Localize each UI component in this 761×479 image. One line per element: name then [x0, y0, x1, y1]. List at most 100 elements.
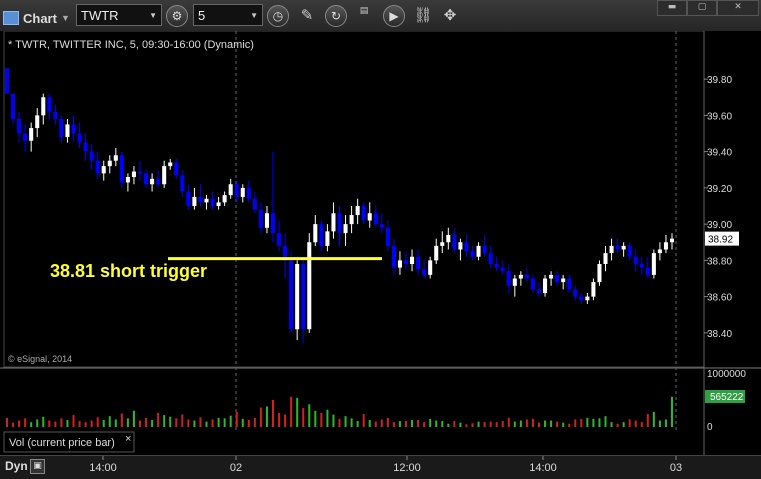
volume-legend-label: Vol (current price bar): [9, 437, 115, 449]
candle-body: [337, 213, 342, 234]
candle-body: [555, 274, 560, 283]
refresh-icon[interactable]: ↻: [325, 5, 347, 27]
app-title: Chart ▼: [3, 7, 70, 29]
volume-bar: [30, 422, 33, 427]
candle-body: [119, 155, 124, 183]
volume-bar: [272, 400, 274, 427]
volume-bar: [54, 421, 57, 427]
volume-bar: [477, 421, 480, 427]
candle-body: [385, 227, 390, 246]
volume-bar: [441, 421, 444, 427]
candle-body: [621, 245, 626, 250]
candle-body: [663, 242, 668, 250]
volume-bar: [163, 415, 166, 427]
candle-body: [349, 215, 354, 225]
settings-gear-icon[interactable]: ⚙: [166, 5, 188, 27]
chart-window-icon: [3, 11, 19, 25]
candle-body: [579, 296, 584, 301]
interval-input[interactable]: 5 ▼: [193, 4, 263, 26]
volume-bar: [646, 414, 649, 427]
symbol-info-icon[interactable]: ▤: [353, 6, 375, 28]
candle-body: [17, 119, 22, 134]
candle-body: [391, 245, 396, 268]
candle-body: [603, 253, 608, 264]
candle-body: [107, 160, 112, 167]
title-menu-chevron-icon[interactable]: ▼: [61, 13, 70, 23]
volume-bar: [592, 418, 595, 427]
volume-bar: [640, 422, 643, 427]
footer-bar: Dyn ▣ 14:00 02 12:00 14:00 03: [0, 455, 761, 479]
volume-bar: [574, 419, 577, 427]
candle-body: [530, 278, 535, 290]
volume-bar: [120, 413, 123, 427]
last-price-tag: 38.92: [705, 231, 739, 246]
link-icon[interactable]: ⛓: [412, 6, 434, 28]
close-icon[interactable]: ✕: [717, 0, 759, 16]
candle-body: [403, 260, 409, 264]
window-buttons: ▬ ▢ ✕: [657, 0, 759, 16]
candle-body: [452, 235, 457, 250]
candle-body: [4, 68, 10, 94]
minimize-icon[interactable]: ▬: [657, 0, 687, 16]
candle-body: [289, 260, 294, 330]
volume-bar: [332, 414, 335, 427]
volume-bar: [622, 422, 625, 427]
volume-bar: [610, 422, 613, 427]
volume-bar: [465, 424, 468, 427]
volume-bar: [411, 419, 414, 427]
candle-body: [47, 97, 52, 112]
volume-bar: [634, 420, 637, 427]
candle-body: [144, 173, 149, 185]
candle-body: [428, 260, 433, 275]
volume-bar: [241, 418, 244, 427]
candle-body: [434, 245, 439, 261]
volume-bar: [18, 420, 21, 427]
volume-zero-tick: 0: [707, 422, 713, 433]
volume-close-icon[interactable]: ×: [125, 433, 131, 445]
candle-body: [83, 142, 88, 152]
volume-value-label: 565222: [710, 392, 744, 403]
candle-body: [216, 202, 221, 206]
play-icon[interactable]: ▶: [383, 5, 405, 27]
volume-bar: [139, 420, 141, 427]
volume-bar: [126, 418, 129, 427]
volume-bar: [114, 419, 117, 427]
volume-bar: [229, 415, 232, 427]
chart-area[interactable]: * TWTR, TWITTER INC, 5, 09:30-16:00 (Dyn…: [0, 31, 761, 455]
volume-bar: [66, 419, 69, 427]
short-trigger-label: 38.81 short trigger: [50, 261, 207, 281]
volume-bar: [48, 420, 51, 427]
volume-bar: [362, 414, 365, 427]
volume-bar: [265, 406, 268, 427]
candle-body: [313, 224, 318, 243]
candle-body: [307, 242, 312, 330]
clock-icon[interactable]: ◷: [267, 5, 289, 27]
draw-pencil-icon[interactable]: ✎: [296, 6, 318, 28]
candle-body: [210, 198, 215, 206]
volume-bar: [489, 421, 492, 427]
volume-bar: [658, 420, 661, 427]
candle-body: [657, 249, 662, 254]
candle-body: [41, 97, 46, 116]
volume-bar: [435, 420, 438, 427]
volume-bar: [580, 418, 583, 427]
symbol-dropdown-chevron-icon[interactable]: ▼: [149, 11, 157, 20]
cursor-tools-icon[interactable]: ✥: [439, 6, 461, 28]
symbol-input[interactable]: TWTR ▼: [76, 4, 162, 26]
candle-body: [639, 264, 644, 268]
candle-body: [573, 289, 578, 297]
candle-body: [162, 166, 167, 185]
volume-bar: [616, 423, 619, 427]
candle-body: [174, 162, 179, 176]
candle-body: [440, 242, 445, 246]
candle-body: [379, 224, 384, 228]
time-tick-label: 14:00: [529, 462, 557, 474]
volume-bar: [145, 417, 148, 427]
interval-dropdown-chevron-icon[interactable]: ▼: [250, 11, 258, 20]
volume-bar: [175, 418, 178, 427]
app-title-label: Chart: [23, 10, 57, 26]
volume-bar: [471, 423, 474, 427]
maximize-icon[interactable]: ▢: [687, 0, 717, 16]
candle-body: [156, 178, 161, 185]
candle-body: [29, 128, 34, 141]
